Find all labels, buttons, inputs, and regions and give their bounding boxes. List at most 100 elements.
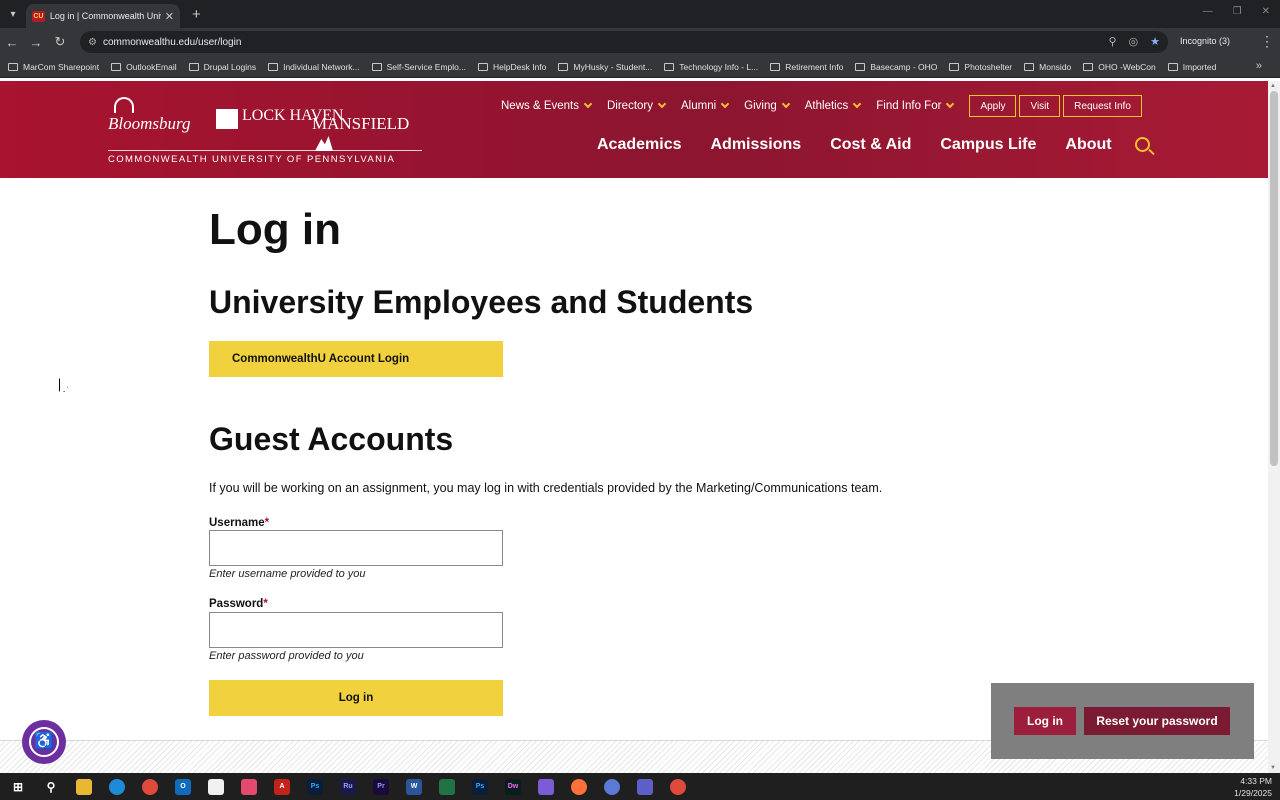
util-nav-alumni[interactable]: Alumni	[681, 99, 730, 112]
photoshop-icon[interactable]: Ps	[307, 778, 323, 795]
bookmark-item[interactable]: Self-Service Emplo...	[371, 62, 466, 72]
reset-password-button[interactable]: Reset your password	[1084, 707, 1230, 735]
incognito-indicator[interactable]: Incognito (3)	[1180, 36, 1230, 46]
windows-start-icon[interactable]: ⊞	[10, 779, 26, 795]
firefox-icon[interactable]	[571, 778, 587, 795]
page-scrollbar[interactable]: ▲ ▼	[1268, 81, 1280, 773]
main-nav-cost-aid[interactable]: Cost & Aid	[830, 136, 911, 154]
reload-icon[interactable]: ↻	[48, 34, 72, 50]
tracking-protection-icon[interactable]: ◎	[1129, 35, 1139, 48]
system-clock[interactable]: 4:33 PM 1/29/2025	[1234, 775, 1272, 799]
bookmark-item[interactable]: OHO -WebCon	[1083, 62, 1156, 72]
bookmark-item[interactable]: OutlookEmail	[111, 62, 177, 72]
folder-icon	[855, 62, 866, 71]
scroll-down-icon[interactable]: ▼	[1270, 765, 1276, 771]
password-field[interactable]	[209, 612, 503, 648]
bookmark-item[interactable]: Individual Network...	[268, 62, 360, 72]
login-button[interactable]: Log in	[209, 680, 503, 716]
bookmarks-overflow-icon[interactable]: »	[1256, 60, 1262, 72]
guest-accounts-heading: Guest Accounts	[209, 421, 454, 457]
site-header: Bloomsburg LOCK HAVEN MANSFIELD COMMONWE…	[0, 81, 1268, 178]
dreamweaver-icon[interactable]: Dw	[505, 778, 521, 795]
accessibility-icon: ♿	[29, 727, 59, 757]
forward-icon[interactable]: →	[24, 35, 48, 50]
close-window-icon[interactable]: ✕	[1262, 6, 1270, 17]
scroll-thumb[interactable]	[1270, 91, 1278, 466]
photoshop-alt-icon[interactable]: Ps	[472, 778, 488, 795]
tab-close-icon[interactable]: ✕	[165, 10, 174, 23]
chrome-icon[interactable]	[142, 778, 158, 795]
browser-menu-icon[interactable]: ⋮	[1260, 33, 1274, 50]
bookmark-item[interactable]: Photoshelter	[949, 62, 1012, 72]
bookmark-item[interactable]: MyHusky - Student...	[558, 62, 652, 72]
site-info-icon[interactable]: ⚙	[88, 37, 97, 48]
university-logos[interactable]: Bloomsburg LOCK HAVEN MANSFIELD COMMONWE…	[108, 95, 424, 165]
main-nav-academics[interactable]: Academics	[597, 136, 682, 154]
apply-button[interactable]: Apply	[969, 95, 1017, 117]
back-icon[interactable]: ←	[0, 35, 24, 50]
taskbar-search-icon[interactable]: ⚲	[43, 779, 59, 795]
url-text[interactable]: commonwealthu.edu/user/login	[103, 37, 241, 48]
browser-tab[interactable]: CU Log in | Commonwealth Univers ✕	[26, 4, 180, 28]
accessibility-button[interactable]: ♿	[22, 720, 66, 764]
main-nav-admissions[interactable]: Admissions	[711, 136, 802, 154]
util-nav-athletics[interactable]: Athletics	[805, 99, 862, 112]
bookmark-star-icon[interactable]: ★	[1150, 35, 1160, 48]
search-icon[interactable]	[1135, 137, 1150, 152]
browser-toolbar: ← → ↻ ⚙ commonwealthu.edu/user/login ⚲ ◎…	[0, 28, 1280, 56]
premiere-rush-icon[interactable]: Ru	[340, 778, 356, 795]
clock-date: 1/29/2025	[1234, 788, 1272, 798]
word-icon[interactable]: W	[406, 778, 422, 795]
util-nav-news-events[interactable]: News & Events	[501, 99, 593, 112]
minimize-icon[interactable]: —	[1203, 6, 1213, 17]
folder-icon	[268, 62, 279, 71]
premiere-icon[interactable]: Pr	[373, 778, 389, 795]
edge-icon[interactable]	[109, 778, 125, 795]
excel-icon[interactable]	[439, 778, 455, 795]
mouse-cursor-icon	[59, 378, 68, 392]
chrome-active-icon[interactable]	[670, 778, 686, 795]
zoom-icon[interactable]: ⚲	[1108, 35, 1116, 48]
request-info-button[interactable]: Request Info	[1063, 95, 1142, 117]
restore-icon[interactable]: ❐	[1233, 6, 1242, 17]
teams-icon[interactable]	[637, 778, 653, 795]
settings-app-icon[interactable]	[604, 778, 620, 795]
bookmark-item[interactable]: Technology Info - L...	[664, 62, 758, 72]
visit-button[interactable]: Visit	[1019, 95, 1061, 117]
new-tab-icon[interactable]: +	[192, 6, 201, 23]
notepad-icon[interactable]	[208, 778, 224, 795]
bookmark-item[interactable]: HelpDesk Info	[478, 62, 546, 72]
bookmark-item[interactable]: Retirement Info	[770, 62, 843, 72]
folder-icon	[478, 62, 488, 71]
scroll-up-icon[interactable]: ▲	[1270, 83, 1276, 89]
password-label: Password*	[209, 598, 268, 610]
bookmark-item[interactable]: MarCom Sharepoint	[8, 62, 99, 72]
outlook-icon[interactable]: O	[175, 778, 191, 795]
acrobat-icon[interactable]: A	[274, 778, 290, 795]
tab-search-icon[interactable]: ▾	[0, 0, 26, 28]
bookmark-item[interactable]: Imported	[1167, 62, 1216, 72]
window-controls: — ❐ ✕	[1203, 6, 1270, 17]
util-nav-find-info-for[interactable]: Find Info For	[876, 99, 955, 112]
util-nav-directory[interactable]: Directory	[607, 99, 667, 112]
logo-subtitle: COMMONWEALTH UNIVERSITY OF PENNSYLVANIA	[108, 154, 396, 165]
chevron-down-icon	[946, 99, 955, 109]
main-nav-about[interactable]: About	[1065, 136, 1111, 154]
lockhaven-flag-icon	[216, 109, 238, 129]
main-nav-campus-life[interactable]: Campus Life	[940, 136, 1036, 154]
address-bar[interactable]: ⚙ commonwealthu.edu/user/login ⚲ ◎ ★	[80, 31, 1168, 53]
sso-login-button[interactable]: CommonwealthU Account Login	[209, 341, 503, 377]
bookmark-item[interactable]: Basecamp - OHO	[855, 62, 937, 72]
bookmark-item[interactable]: Monsido	[1024, 62, 1071, 72]
bookmark-item[interactable]: Drupal Logins	[188, 62, 256, 72]
bloomsburg-logo: Bloomsburg	[108, 97, 200, 134]
app-folder-icon[interactable]	[538, 778, 554, 795]
chevron-down-icon	[781, 99, 791, 109]
app-icon[interactable]	[241, 778, 257, 795]
panel-login-button[interactable]: Log in	[1014, 707, 1076, 735]
file-explorer-icon[interactable]	[76, 778, 92, 795]
util-nav-giving[interactable]: Giving	[744, 99, 791, 112]
username-field[interactable]	[209, 530, 503, 566]
chevron-down-icon	[720, 99, 730, 109]
username-help: Enter username provided to you	[209, 568, 366, 580]
